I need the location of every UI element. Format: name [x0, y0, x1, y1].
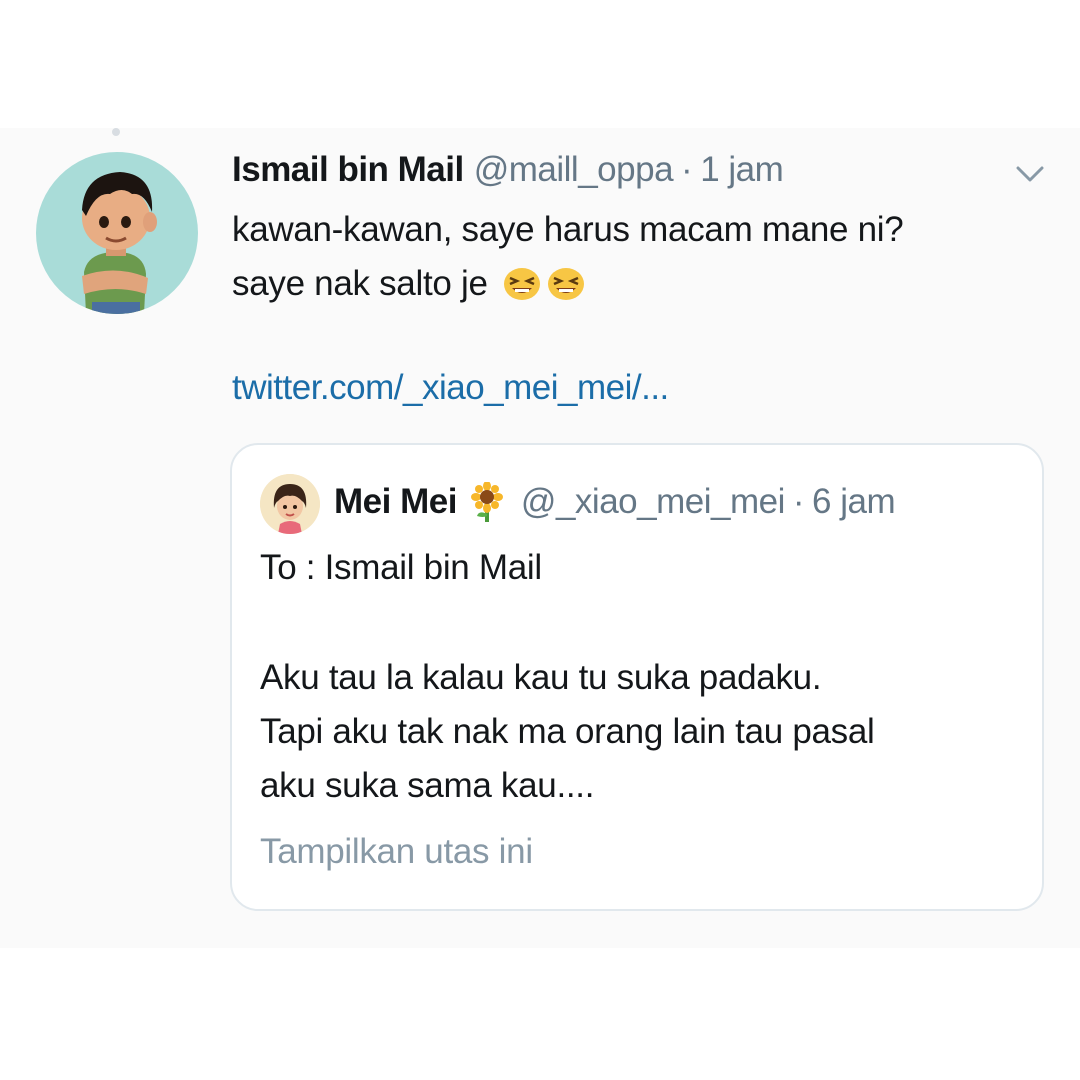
quoted-author-handle[interactable]: @_xiao_mei_mei [521, 482, 785, 522]
quoted-tweet-text-line: Aku tau la kalau kau tu suka padaku. [260, 658, 822, 697]
author-name[interactable]: Ismail bin Mail [232, 150, 464, 190]
tweet-text: saye nak salto je [232, 264, 488, 303]
quoted-tweet-timestamp[interactable]: 6 jam [812, 482, 896, 522]
separator-dot: · [792, 482, 805, 521]
tired-face-emoji-icon [503, 268, 540, 300]
chevron-down-icon[interactable] [1014, 158, 1046, 190]
show-thread-link[interactable]: Tampilkan utas ini [260, 832, 533, 872]
tweet-text-line: kawan-kawan, saye harus macam mane ni? [232, 210, 904, 249]
tweet-timestamp[interactable]: 1 jam [700, 150, 784, 190]
boy-cartoon-avatar-icon [82, 172, 157, 314]
thread-indicator [112, 128, 120, 136]
tweet-text-line: saye nak salto je [232, 264, 586, 304]
tired-face-emoji-icon [547, 268, 584, 300]
tweet-link[interactable]: twitter.com/_xiao_mei_mei/... [232, 368, 669, 408]
sunflower-icon [470, 482, 503, 522]
quoted-tweet-text-line: aku suka sama kau.... [260, 766, 595, 805]
avatar[interactable] [36, 152, 198, 314]
quoted-author-name[interactable]: Mei Mei [334, 482, 457, 522]
quoted-avatar[interactable] [260, 474, 320, 534]
quoted-tweet-header: Mei Mei @_xiao_mei_mei · 6 jam [334, 482, 896, 522]
author-handle[interactable]: @maill_oppa [474, 150, 674, 190]
tweet-header: Ismail bin Mail @maill_oppa · 1 jam [232, 150, 784, 194]
separator-dot: · [681, 150, 693, 189]
quoted-tweet-text-line: Tapi aku tak nak ma orang lain tau pasal [260, 712, 875, 751]
girl-cartoon-avatar-icon [260, 474, 320, 534]
quoted-tweet-text-line: To : Ismail bin Mail [260, 548, 542, 587]
